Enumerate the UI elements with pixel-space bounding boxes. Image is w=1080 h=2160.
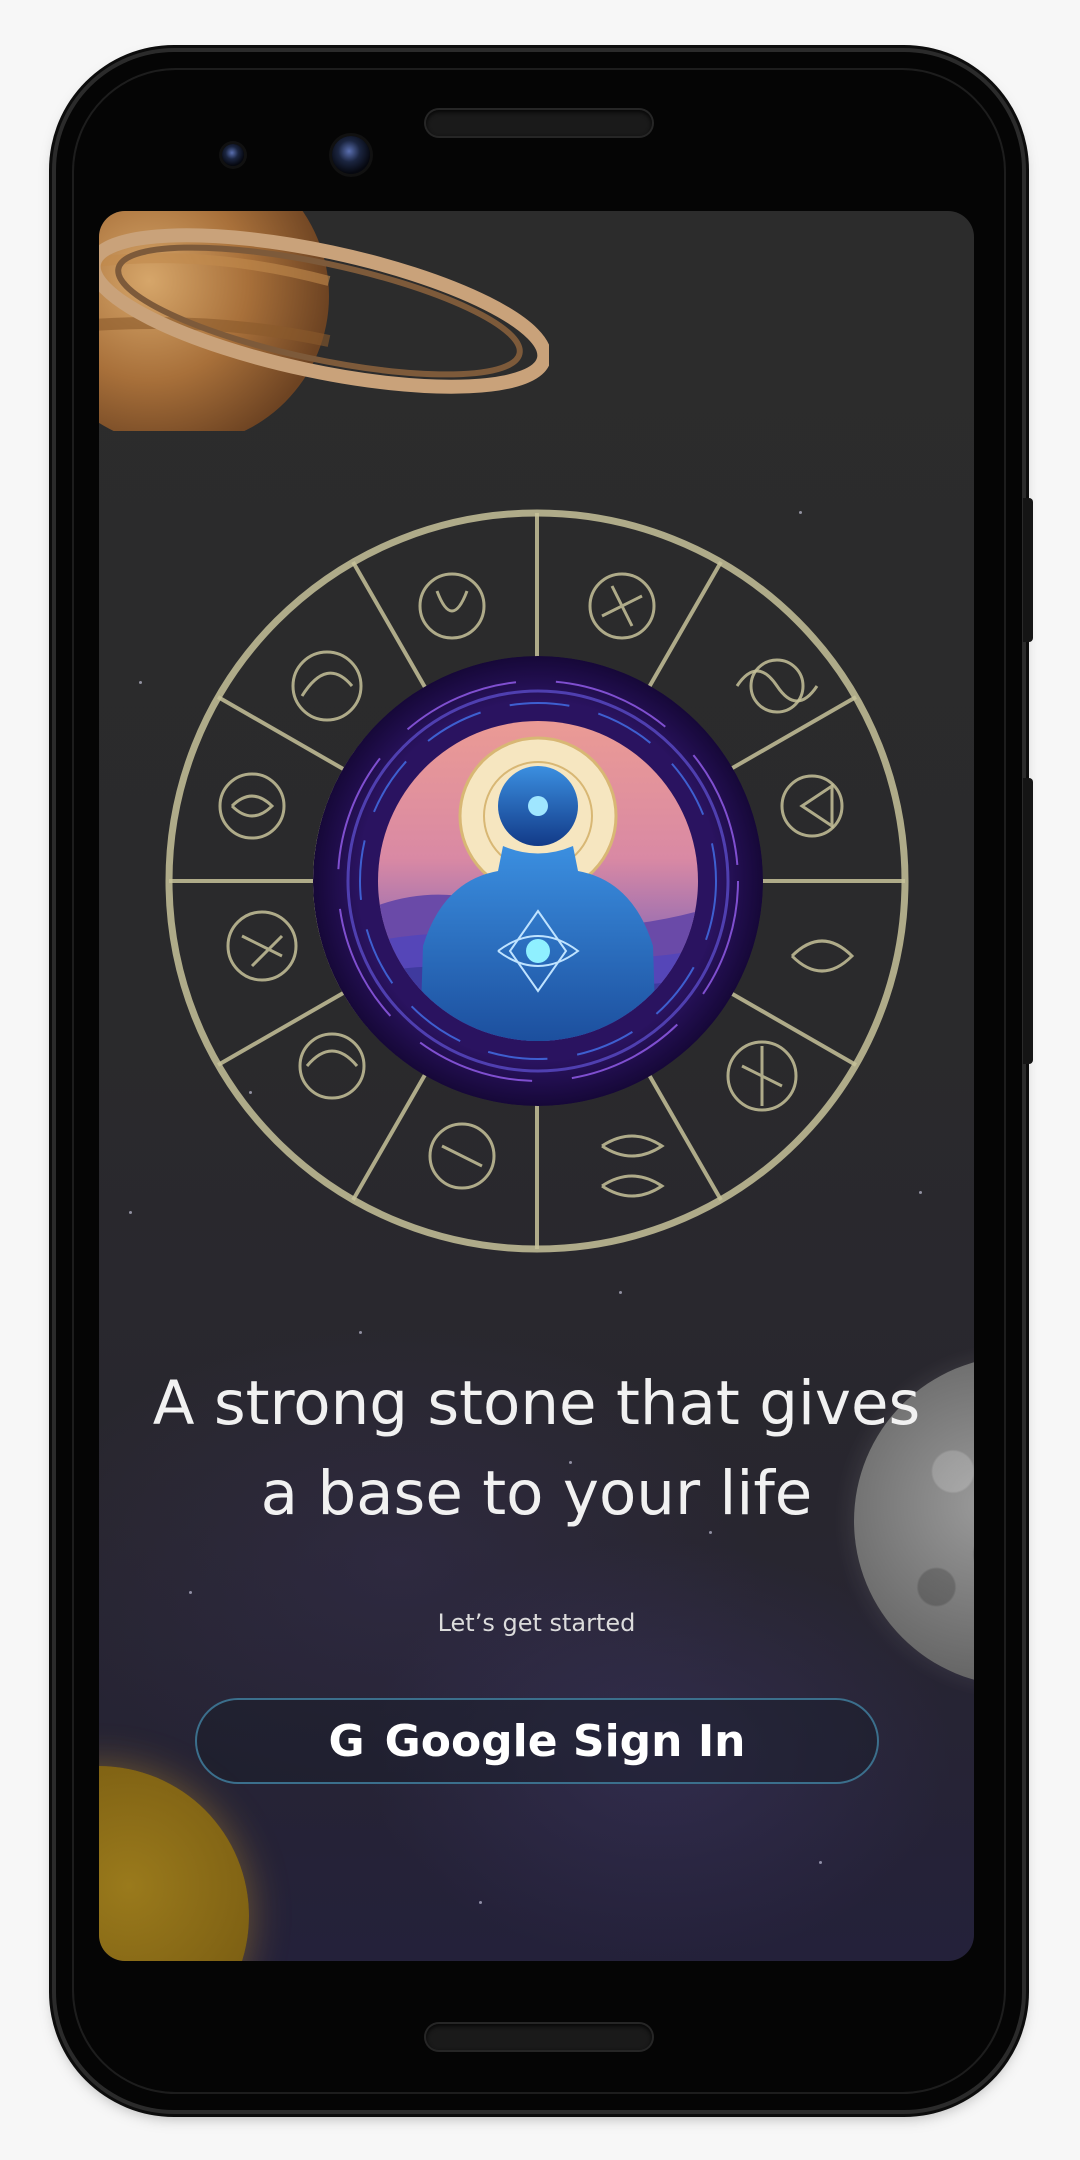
google-sign-in-button[interactable]: G Google Sign In xyxy=(195,1698,879,1784)
volume-button xyxy=(1023,778,1033,1064)
onboarding-headline: A strong stone that gives a base to your… xyxy=(152,1368,921,1529)
bottom-speaker xyxy=(426,2024,652,2050)
front-sensor-icon xyxy=(222,144,244,166)
app-screen: A strong stone that gives a base to your… xyxy=(99,211,974,1961)
earpiece-speaker xyxy=(426,110,652,136)
meditation-figure-icon xyxy=(313,656,763,1106)
google-sign-in-label: Google Sign In xyxy=(384,1715,746,1767)
sun-icon xyxy=(99,1766,249,1961)
saturn-icon xyxy=(99,211,549,431)
power-button xyxy=(1023,498,1033,642)
device-frame-page: A strong stone that gives a base to your… xyxy=(0,0,1080,2160)
google-icon: G xyxy=(328,1715,365,1767)
front-camera-icon xyxy=(332,136,370,174)
onboarding-subtitle: Let’s get started xyxy=(437,1609,636,1637)
